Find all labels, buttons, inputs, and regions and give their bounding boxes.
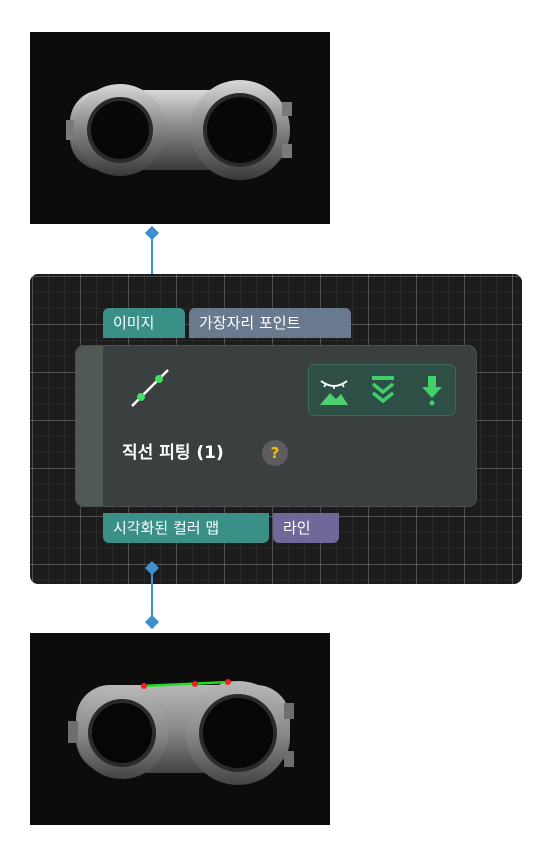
edge-point	[225, 679, 231, 685]
edge-point	[192, 681, 198, 687]
line-fitting-node[interactable]: 직선 피팅 (1) ?	[76, 346, 476, 506]
line-fit-icon	[131, 369, 169, 407]
collapse-chevrons-icon[interactable]	[366, 373, 400, 407]
node-toolbar	[308, 364, 456, 416]
output-connector-end-handle[interactable]	[144, 614, 160, 630]
edge-point	[141, 683, 147, 689]
download-arrow-icon[interactable]	[415, 373, 449, 407]
help-icon[interactable]: ?	[262, 440, 288, 466]
output-port-visualized-color-map[interactable]: 시각화된 컬러 맵	[103, 513, 269, 543]
input-image	[30, 32, 330, 224]
visualization-eye-icon[interactable]	[317, 373, 351, 407]
node-side-strip	[76, 346, 103, 506]
input-connector-start-handle[interactable]	[144, 225, 160, 241]
input-port-edge-points[interactable]: 가장자리 포인트	[189, 308, 351, 338]
output-port-line[interactable]: 라인	[273, 513, 339, 543]
input-port-image[interactable]: 이미지	[103, 308, 185, 338]
output-image	[30, 633, 330, 825]
node-title: 직선 피팅 (1)	[122, 443, 224, 463]
